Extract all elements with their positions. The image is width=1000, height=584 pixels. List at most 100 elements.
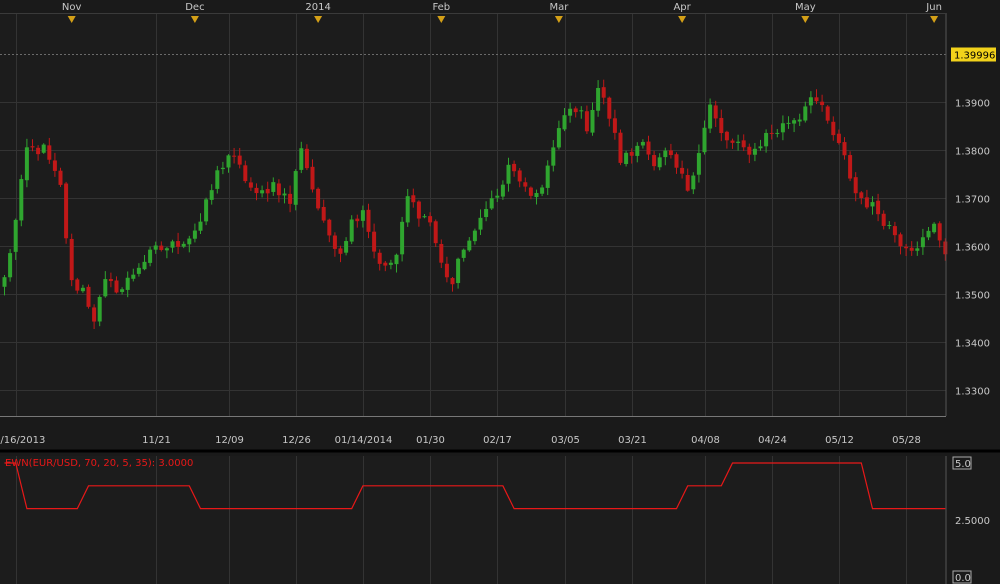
candle-down: [321, 206, 326, 221]
candle-up: [780, 123, 785, 133]
month-label: Nov: [62, 2, 82, 13]
candle-up: [915, 248, 920, 251]
candle-down: [439, 243, 444, 263]
indicator-tick-label: 5.0: [955, 459, 971, 470]
candle-up: [181, 243, 186, 247]
month-label: May: [795, 2, 816, 13]
candle-up: [624, 152, 629, 164]
price-tick-label: 1.3700: [955, 195, 990, 206]
candle-down: [366, 209, 371, 232]
candle-up: [170, 241, 175, 248]
candle-down: [607, 97, 612, 119]
price-tick-label: 1.3400: [955, 339, 990, 350]
candle-down: [512, 163, 517, 172]
candle-up: [293, 171, 298, 205]
candle-up: [204, 199, 209, 222]
date-tick-label: 05/28: [892, 435, 921, 446]
candle-down: [52, 160, 57, 171]
candle-down: [338, 248, 343, 254]
candle-up: [708, 104, 713, 129]
date-tick-label: 01/14/2014: [335, 435, 393, 446]
candle-down: [444, 263, 449, 278]
candle-up: [736, 141, 741, 143]
candle-up: [691, 175, 696, 190]
candle-down: [327, 219, 332, 236]
candle-up: [478, 217, 483, 230]
candle-up: [405, 196, 410, 223]
candle-down: [517, 170, 522, 182]
candle-up: [198, 221, 203, 231]
candle-up: [120, 289, 125, 292]
candle-up: [640, 141, 645, 146]
candle-down: [937, 223, 942, 241]
candle-up: [164, 248, 169, 251]
candle-up: [394, 254, 399, 265]
candle-down: [668, 150, 673, 156]
candle-down: [416, 201, 421, 219]
candle-up: [534, 193, 539, 198]
candle-down: [719, 117, 724, 134]
candle-up: [657, 157, 662, 168]
candle-down: [243, 165, 248, 182]
candle-up: [551, 147, 556, 166]
candle-up: [467, 240, 472, 251]
candle-down: [108, 279, 113, 282]
price-tick-label: 1.3900: [955, 99, 990, 110]
candle-down: [288, 193, 293, 204]
candle-down: [876, 200, 881, 215]
candle-down: [276, 183, 281, 196]
candle-up: [926, 230, 931, 238]
candle-down: [825, 106, 830, 121]
candle-down: [747, 146, 752, 155]
date-tick-label: 10/16/2013: [0, 435, 45, 446]
candle-down: [383, 262, 388, 266]
candle-up: [596, 87, 601, 111]
candle-down: [372, 231, 377, 252]
candle-up: [209, 190, 214, 200]
candle-up: [545, 165, 550, 188]
candle-up: [932, 223, 937, 233]
candle-up: [786, 122, 791, 124]
candle-down: [909, 247, 914, 251]
candle-down: [881, 213, 886, 226]
candle-down: [652, 155, 657, 167]
month-label: Apr: [673, 2, 691, 13]
candle-down: [853, 177, 858, 194]
candle-up: [349, 219, 354, 242]
candle-up: [220, 167, 225, 170]
candle-up: [271, 182, 276, 192]
candle-up: [702, 127, 707, 153]
month-label: Mar: [549, 2, 569, 13]
candle-down: [248, 182, 253, 188]
candle-up: [803, 106, 808, 121]
date-tick-label: 11/21: [142, 435, 171, 446]
candle-down: [433, 221, 438, 244]
main-plot-area: [0, 13, 946, 416]
candle-down: [680, 167, 685, 174]
candle-down: [573, 108, 578, 113]
candle-down: [377, 252, 382, 264]
candle-up: [97, 296, 102, 322]
candle-down: [814, 97, 819, 102]
candle-up: [484, 209, 489, 218]
candle-down: [47, 145, 52, 160]
candle-up: [556, 128, 561, 148]
candle-up: [920, 237, 925, 248]
candle-up: [562, 115, 567, 130]
candle-down: [316, 188, 321, 209]
indicator-legend-label: EWN(EUR/USD, 70, 20, 5, 35): 3.0000: [5, 458, 193, 469]
candle-up: [775, 132, 780, 134]
date-tick-label: 01/30: [416, 435, 445, 446]
date-tick-label: 12/09: [215, 435, 244, 446]
indicator-tick-label: 2.5000: [955, 516, 990, 527]
candle-down: [428, 216, 433, 223]
candle-down: [898, 234, 903, 247]
candle-down: [904, 246, 909, 249]
candle-up: [8, 253, 13, 278]
candle-up: [136, 267, 141, 274]
candle-up: [41, 144, 46, 153]
candle-down: [584, 111, 589, 132]
candle-up: [590, 110, 595, 133]
candle-down: [601, 87, 606, 98]
month-label: Jun: [925, 2, 942, 13]
